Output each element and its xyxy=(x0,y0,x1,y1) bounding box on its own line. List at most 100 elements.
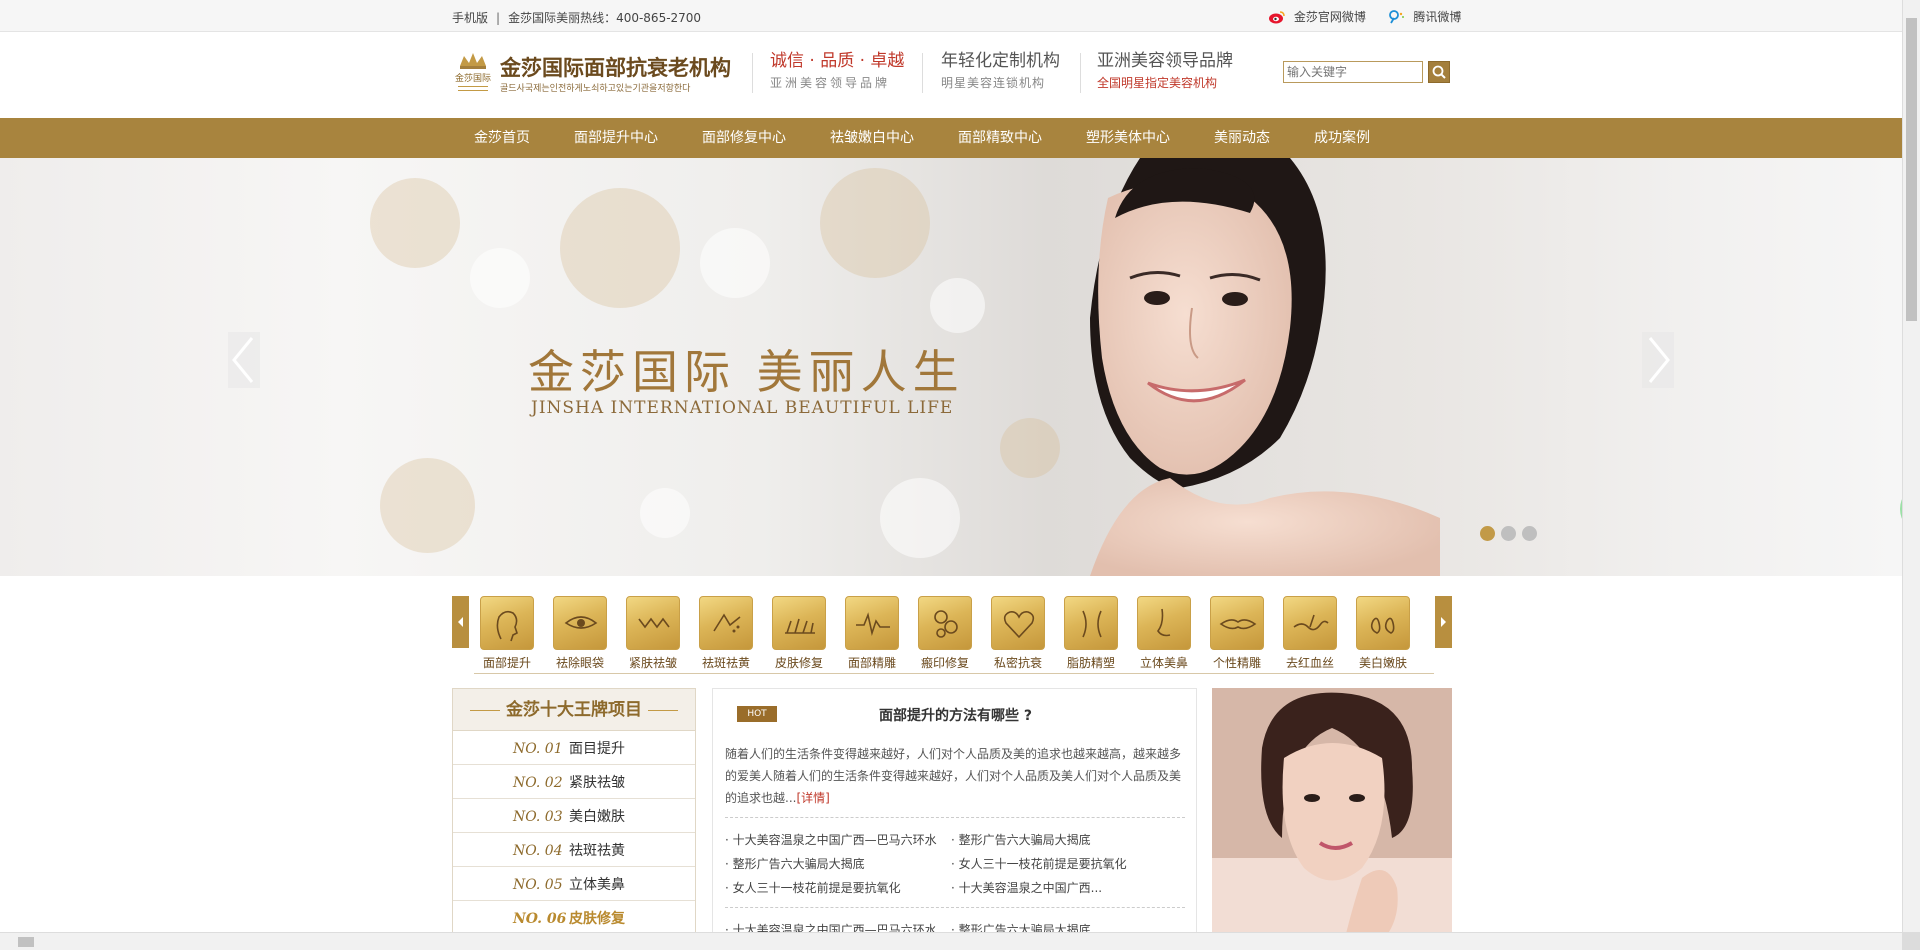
page: { "topbar": { "mobile": "手机版", "hotline"… xyxy=(0,0,1920,950)
item-number: NO. 05 xyxy=(513,877,563,893)
item-name: 立体美鼻 xyxy=(569,877,625,893)
tencent-weibo-icon xyxy=(1388,9,1410,24)
item-number: NO. 03 xyxy=(513,809,563,825)
divider xyxy=(725,817,1185,818)
slogan-1: 诚信 · 品质 · 卓越 亚洲美容领导品牌 xyxy=(770,51,904,91)
service-item[interactable]: 立体美鼻 xyxy=(1134,596,1194,671)
banner-next-button[interactable] xyxy=(1642,332,1674,388)
vertical-scrollbar[interactable] xyxy=(1902,0,1920,932)
service-item[interactable]: 美白嫩肤 xyxy=(1353,596,1413,671)
item-name: 紧肤祛皱 xyxy=(569,775,625,791)
weibo-official-link[interactable]: 金莎官网微博 xyxy=(1294,8,1366,25)
item-name: 皮肤修复 xyxy=(569,911,625,927)
item-number: NO. 02 xyxy=(513,775,563,791)
service-item[interactable]: 面部精雕 xyxy=(842,596,902,671)
search-icon xyxy=(1432,65,1446,79)
banner-pagination xyxy=(1480,526,1543,545)
service-label: 私密抗衰 xyxy=(993,656,1042,670)
skin-repair-icon xyxy=(772,596,826,650)
blood-vessel-icon xyxy=(1283,596,1337,650)
banner-dot-2[interactable] xyxy=(1501,526,1516,541)
header-divider xyxy=(922,53,923,93)
item-number: NO. 01 xyxy=(513,741,563,757)
triangle-left-icon xyxy=(458,617,463,627)
service-item[interactable]: 紧肤祛皱 xyxy=(623,596,683,671)
main-nav: 金莎首页 面部提升中心 面部修复中心 祛皱嫩白中心 面部精致中心 塑形美体中心 美丽动态 成功… xyxy=(0,118,1902,158)
news-link[interactable]: · 整形广告六大骗局大揭底 xyxy=(725,855,865,872)
service-prev-button[interactable] xyxy=(452,596,469,648)
scrollbar-thumb[interactable] xyxy=(18,937,34,947)
heart-icon xyxy=(991,596,1045,650)
slogan-3-main: 亚洲美容领导品牌 xyxy=(1097,51,1233,71)
news-link-text: 女人三十一枝花前提是要抗氧化 xyxy=(958,857,1127,871)
logo[interactable]: 金莎国际 金莎国际面部抗衰老机构 골드사국제는인전하게노쇠하고있는기관을저항한다 xyxy=(452,50,732,96)
service-item[interactable]: 祛除眼袋 xyxy=(550,596,610,671)
divider xyxy=(470,710,500,711)
promo-portrait-image[interactable] xyxy=(1212,688,1452,950)
scrollbar-thumb[interactable] xyxy=(1906,18,1917,321)
news-link-text: 十大美容温泉之中国广西—巴马六环水 xyxy=(732,833,937,847)
list-item[interactable]: NO. 01 面目提升 xyxy=(453,731,695,765)
nav-item-body-shaping[interactable]: 塑形美体中心 xyxy=(1064,118,1192,158)
item-name: 面目提升 xyxy=(569,741,625,757)
news-link[interactable]: · 十大美容温泉之中国广西... xyxy=(951,879,1102,896)
top10-title-text: 金莎十大王牌项目 xyxy=(506,700,642,720)
service-item[interactable]: 瘢印修复 xyxy=(915,596,975,671)
banner-dot-3[interactable] xyxy=(1522,526,1537,541)
nav-item-face-repair[interactable]: 面部修复中心 xyxy=(680,118,808,158)
tencent-weibo-link[interactable]: 腾讯微博 xyxy=(1413,8,1461,25)
news-link[interactable]: · 女人三十一枝花前提是要抗氧化 xyxy=(725,879,901,896)
nav-item-cases[interactable]: 成功案例 xyxy=(1292,118,1392,158)
article-more-link[interactable]: [详情] xyxy=(796,791,829,805)
scar-repair-icon xyxy=(918,596,972,650)
service-item[interactable]: 个性精雕 xyxy=(1207,596,1267,671)
service-label: 美白嫩肤 xyxy=(1358,656,1407,670)
list-item[interactable]: NO. 06 皮肤修复 xyxy=(453,901,695,935)
slogan-3-sub: 全国明星指定美容机构 xyxy=(1097,76,1218,90)
nav-item-wrinkle-whitening[interactable]: 祛皱嫩白中心 xyxy=(808,118,936,158)
service-label: 面部精雕 xyxy=(847,656,896,670)
banner-dot-1[interactable] xyxy=(1480,526,1495,541)
service-item[interactable]: 去红血丝 xyxy=(1280,596,1340,671)
service-next-button[interactable] xyxy=(1435,596,1452,648)
service-label: 祛除眼袋 xyxy=(555,656,604,670)
search-button[interactable] xyxy=(1428,61,1450,83)
banner-prev-button[interactable] xyxy=(228,332,260,388)
news-link[interactable]: · 整形广告六大骗局大揭底 xyxy=(951,831,1091,848)
logo-subtitle: 골드사국제는인전하게노쇠하고있는기관을저항한다 xyxy=(500,84,691,94)
news-link-text: 女人三十一枝花前提是要抗氧化 xyxy=(732,881,901,895)
nav-item-face-refine[interactable]: 面部精致中心 xyxy=(936,118,1064,158)
nav-item-home[interactable]: 金莎首页 xyxy=(452,118,552,158)
list-item[interactable]: NO. 02 紧肤祛皱 xyxy=(453,765,695,799)
slogan-2-sub: 明星美容连锁机构 xyxy=(941,76,1046,90)
freckle-icon xyxy=(699,596,753,650)
horizontal-scrollbar[interactable] xyxy=(0,932,1902,950)
search-input[interactable] xyxy=(1283,61,1423,83)
weibo-icon xyxy=(1268,9,1290,24)
article-title[interactable]: 面部提升的方法有哪些 ? xyxy=(713,705,1198,725)
list-item[interactable]: NO. 03 美白嫩肤 xyxy=(453,799,695,833)
news-link[interactable]: · 十大美容温泉之中国广西—巴马六环水 xyxy=(725,831,937,848)
article-panel: HOT 面部提升的方法有哪些 ? 随着人们的生活条件变得越来越好，人们对个人品质… xyxy=(712,688,1197,950)
model-portrait xyxy=(1090,158,1440,576)
service-label: 瘢印修复 xyxy=(920,656,969,670)
mobile-link[interactable]: 手机版 xyxy=(452,11,488,25)
service-label: 个性精雕 xyxy=(1212,656,1261,670)
nav-item-face-lift[interactable]: 面部提升中心 xyxy=(552,118,680,158)
nav-item-news[interactable]: 美丽动态 xyxy=(1192,118,1292,158)
service-item[interactable]: 脂肪精塑 xyxy=(1061,596,1121,671)
service-item[interactable]: 皮肤修复 xyxy=(769,596,829,671)
service-item[interactable]: 面部提升 xyxy=(477,596,537,671)
service-item[interactable]: 私密抗衰 xyxy=(988,596,1048,671)
hotline-text: 金莎国际美丽热线：400-865-2700 xyxy=(508,11,702,25)
news-link[interactable]: · 女人三十一枝花前提是要抗氧化 xyxy=(951,855,1127,872)
list-item[interactable]: NO. 05 立体美鼻 xyxy=(453,867,695,901)
divider xyxy=(474,673,1434,674)
top10-title: 金莎十大王牌项目 xyxy=(453,689,695,731)
service-item[interactable]: 祛斑祛黄 xyxy=(696,596,756,671)
nav-items: 金莎首页 面部提升中心 面部修复中心 祛皱嫩白中心 面部精致中心 塑形美体中心 美丽动态 成功… xyxy=(452,118,1392,158)
list-item[interactable]: NO. 04 祛斑祛黄 xyxy=(453,833,695,867)
slogan-1-sub: 亚洲美容领导品牌 xyxy=(770,76,891,90)
slogan-2: 年轻化定制机构 明星美容连锁机构 xyxy=(941,51,1060,91)
chevron-left-icon xyxy=(232,337,254,383)
